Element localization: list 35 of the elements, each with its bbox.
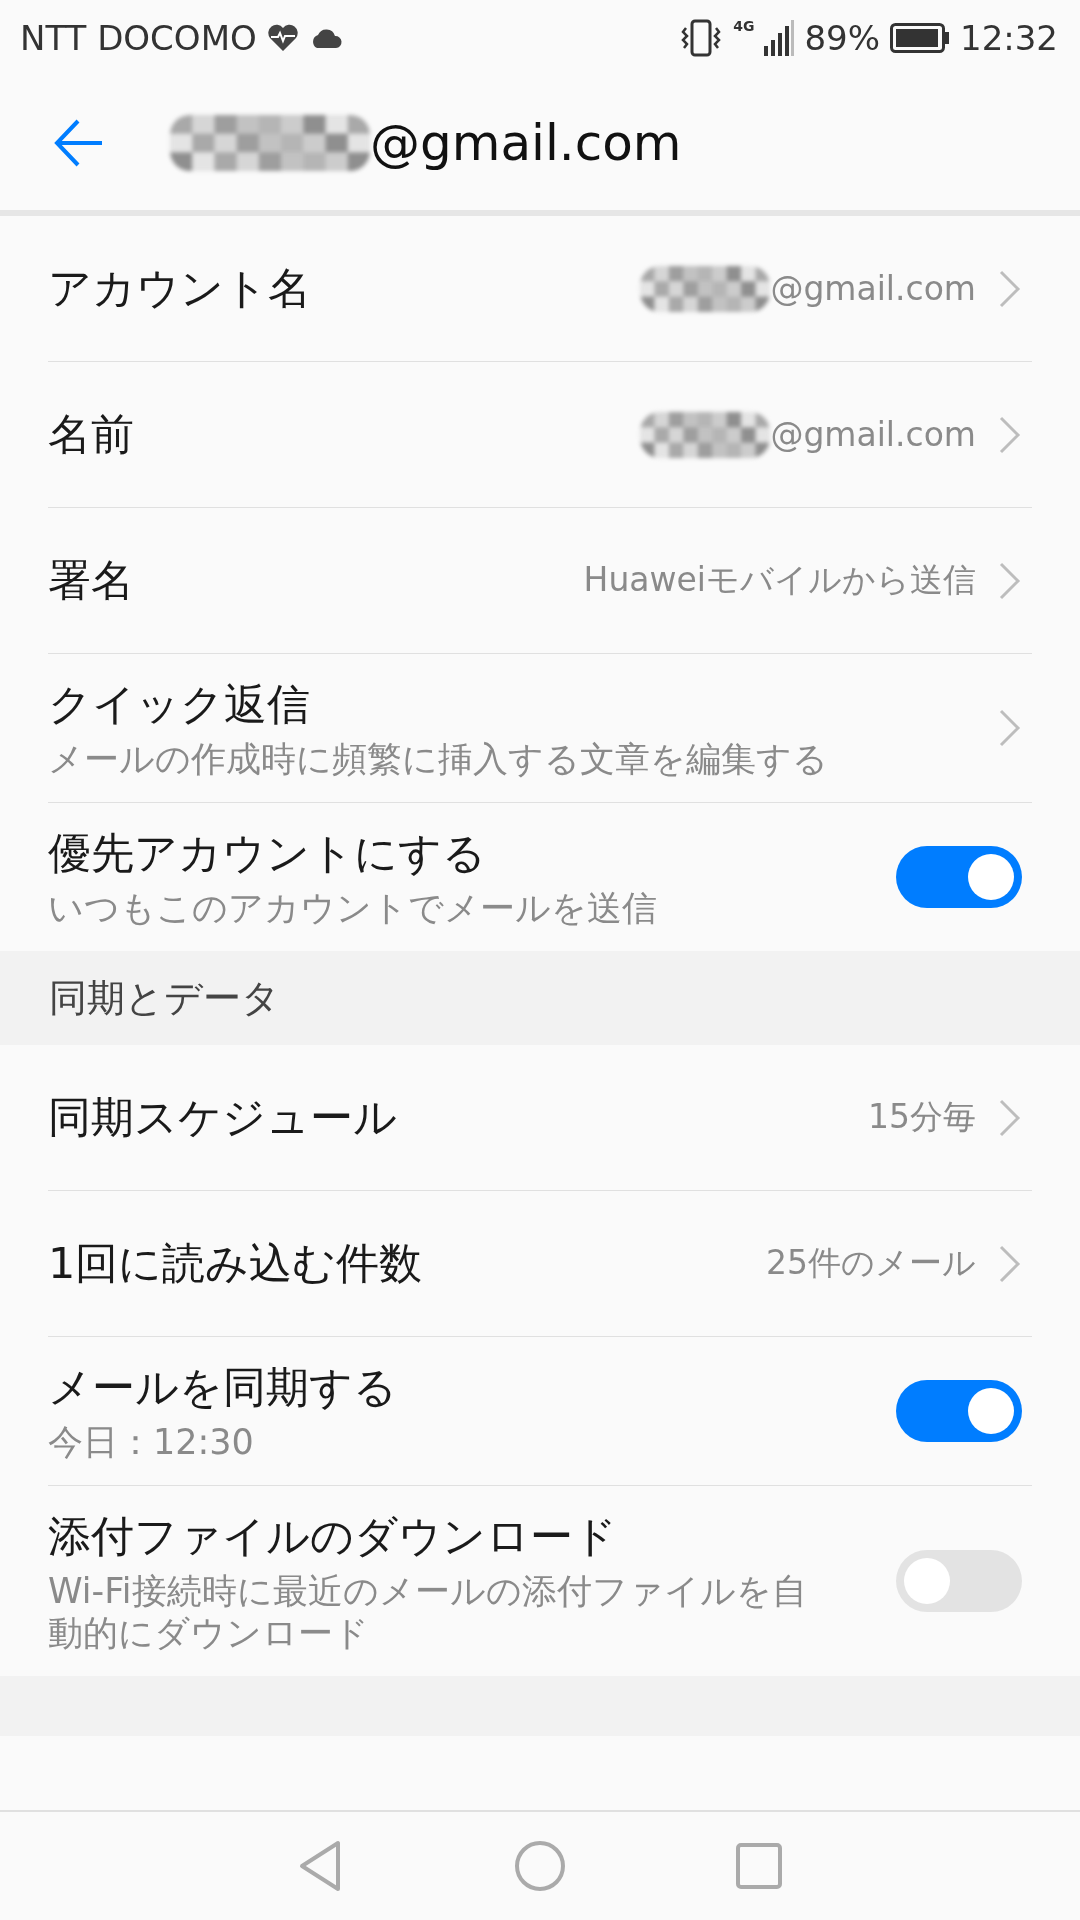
chevron-icon <box>998 414 1022 455</box>
clock-time: 12:32 <box>960 17 1058 58</box>
setting-title: 添付ファイルのダウンロード <box>48 1510 618 1563</box>
setting-description: Wi-Fi接続時に最近のメールの添付ファイルを自動的にダウンロード <box>48 1570 808 1654</box>
signal-icon <box>764 19 795 56</box>
chevron-icon <box>998 1097 1022 1138</box>
recents-nav-icon[interactable] <box>736 1843 782 1889</box>
setting-value: @gmail.com <box>770 269 976 308</box>
setting-title: 署名 <box>48 553 135 607</box>
network-type: 4G <box>733 18 755 34</box>
setting-description: いつもこのアカウントでメールを送信 <box>48 887 658 929</box>
setting-value: 25件のメール <box>766 1242 976 1284</box>
home-nav-icon[interactable] <box>514 1840 566 1892</box>
chevron-icon <box>998 708 1022 748</box>
setting-value: Huaweiモバイルから送信 <box>583 559 976 601</box>
chevron-icon <box>998 1243 1022 1284</box>
section-header: 同期とデータ <box>49 974 280 1022</box>
chevron-icon <box>998 560 1022 601</box>
battery-icon <box>890 22 950 53</box>
setting-description: 今日：12:30 <box>48 1421 255 1463</box>
setting-value: @gmail.com <box>770 415 976 454</box>
heart-icon <box>266 23 299 52</box>
setting-title: アカウント名 <box>48 261 312 315</box>
setting-title: 優先アカウントにする <box>48 827 487 880</box>
setting-value: 15分毎 <box>868 1096 976 1138</box>
carrier-name: NTT DOCOMO <box>20 17 257 58</box>
setting-title: 名前 <box>48 407 135 461</box>
setting-title: メールを同期する <box>48 1361 398 1414</box>
account-title: @gmail.com <box>370 113 682 172</box>
setting-title: 1回に読み込む件数 <box>48 1236 424 1290</box>
setting-title: クイック返信 <box>48 678 311 731</box>
setting-description: メールの作成時に頻繁に挿入する文章を編集する <box>48 738 829 780</box>
battery-percent: 89% <box>804 17 880 58</box>
chevron-icon <box>998 268 1022 309</box>
setting-title: 同期スケジュール <box>48 1090 398 1144</box>
